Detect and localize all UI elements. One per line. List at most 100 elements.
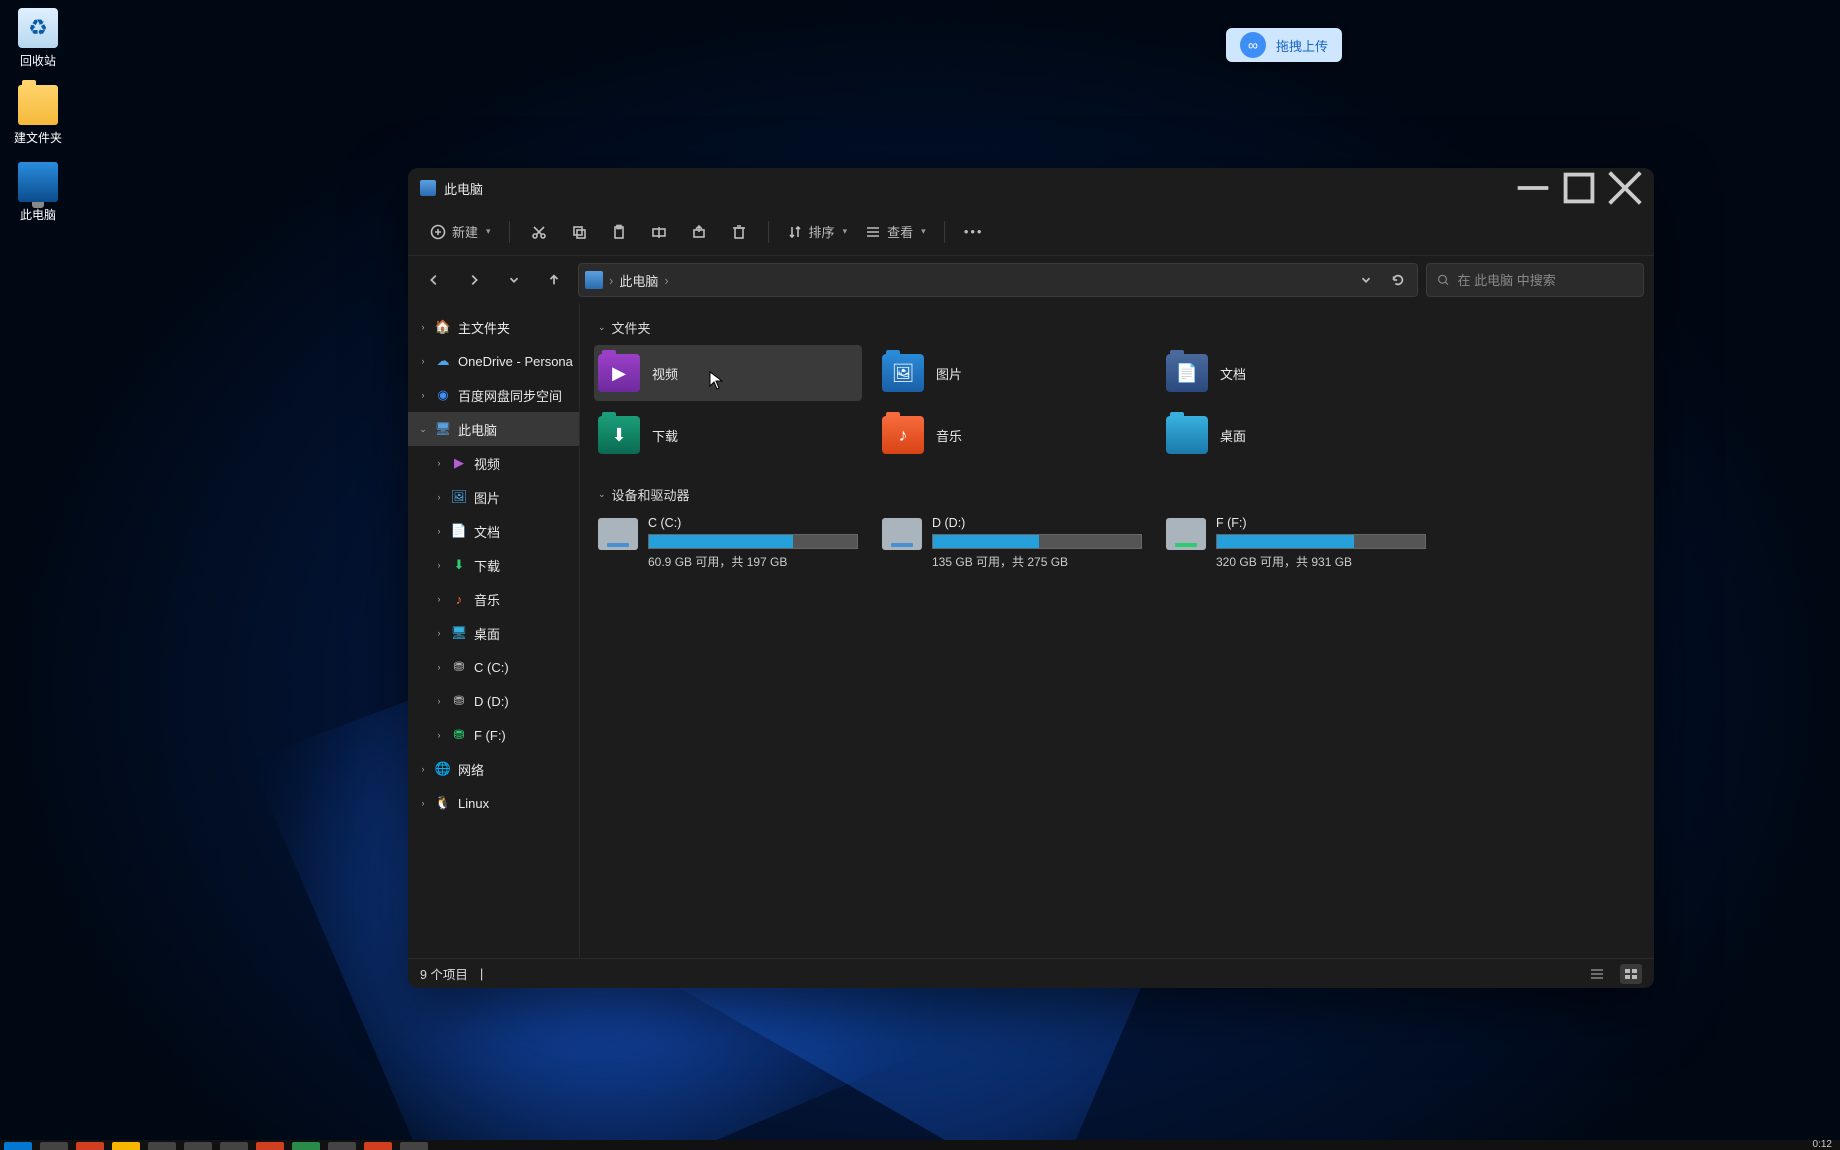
sidebar-item-network[interactable]: ›🌐网络 bbox=[408, 752, 579, 786]
sidebar-item-downloads[interactable]: ›⬇下载 bbox=[408, 548, 579, 582]
view-button[interactable]: 查看 ▾ bbox=[857, 215, 934, 249]
monitor-icon bbox=[18, 162, 58, 202]
sidebar-item-drive-c[interactable]: ›⛃C (C:) bbox=[408, 650, 579, 684]
copy-icon bbox=[571, 224, 587, 240]
view-icon bbox=[865, 224, 881, 240]
titlebar[interactable]: 此电脑 bbox=[408, 168, 1654, 208]
sidebar-item-onedrive[interactable]: ›☁OneDrive - Persona bbox=[408, 344, 579, 378]
close-button[interactable] bbox=[1602, 172, 1648, 204]
sidebar-item-linux[interactable]: ›🐧Linux bbox=[408, 786, 579, 820]
navigation-row: › 此电脑 › bbox=[408, 256, 1654, 304]
delete-button[interactable] bbox=[720, 215, 758, 249]
sidebar-item-thispc[interactable]: ⌄🖥此电脑 bbox=[408, 412, 579, 446]
new-button[interactable]: 新建 ▾ bbox=[422, 215, 499, 249]
sidebar-item-desktop[interactable]: ›🖥桌面 bbox=[408, 616, 579, 650]
desktop-icons: 回收站 建文件夹 此电脑 bbox=[0, 4, 76, 235]
home-icon: 🏠 bbox=[434, 318, 452, 336]
chevron-right-icon: › bbox=[434, 730, 444, 740]
chevron-right-icon: › bbox=[418, 322, 428, 332]
folder-desktop[interactable]: 桌面 bbox=[1162, 407, 1430, 463]
folder-videos[interactable]: ▶视频 bbox=[594, 345, 862, 401]
view-tiles-button[interactable] bbox=[1620, 964, 1642, 984]
recent-button[interactable] bbox=[498, 264, 530, 296]
window-title: 此电脑 bbox=[444, 179, 483, 198]
forward-button[interactable] bbox=[458, 264, 490, 296]
taskbar-start[interactable] bbox=[4, 1142, 32, 1150]
drive-item[interactable]: D (D:)135 GB 可用，共 275 GB bbox=[878, 512, 1146, 574]
recycle-bin-icon bbox=[18, 8, 58, 48]
rename-button[interactable] bbox=[640, 215, 678, 249]
taskbar-icon[interactable] bbox=[148, 1142, 176, 1150]
section-label: 文件夹 bbox=[612, 318, 651, 337]
view-details-button[interactable] bbox=[1586, 964, 1608, 984]
chevron-right-icon: › bbox=[418, 798, 428, 808]
taskbar-icon[interactable] bbox=[256, 1142, 284, 1150]
taskbar-icon[interactable] bbox=[184, 1142, 212, 1150]
cloud-icon: ☁ bbox=[434, 352, 452, 370]
taskbar-icon[interactable] bbox=[364, 1142, 392, 1150]
desktop-icon-recycle[interactable]: 回收站 bbox=[0, 4, 76, 81]
taskbar-clock[interactable]: 0:12 bbox=[1813, 1140, 1832, 1150]
drive-stats: 320 GB 可用，共 931 GB bbox=[1216, 553, 1426, 570]
drive-item[interactable]: C (C:)60.9 GB 可用，共 197 GB bbox=[594, 512, 862, 574]
folder-music[interactable]: ♪音乐 bbox=[878, 407, 1146, 463]
paste-button[interactable] bbox=[600, 215, 638, 249]
sidebar-item-videos[interactable]: ›▶视频 bbox=[408, 446, 579, 480]
taskbar-icon[interactable] bbox=[76, 1142, 104, 1150]
sidebar-item-drive-d[interactable]: ›⛃D (D:) bbox=[408, 684, 579, 718]
back-button[interactable] bbox=[418, 264, 450, 296]
chevron-right-icon: › bbox=[434, 628, 444, 638]
share-button[interactable] bbox=[680, 215, 718, 249]
address-dropdown[interactable] bbox=[1353, 267, 1379, 293]
chevron-down-icon: ⌄ bbox=[598, 322, 606, 333]
downloads-folder-icon: ⬇ bbox=[598, 416, 640, 454]
minimize-button[interactable] bbox=[1510, 172, 1556, 204]
statusbar: 9 个项目 | bbox=[408, 958, 1654, 988]
section-drives[interactable]: ⌄ 设备和驱动器 bbox=[594, 479, 1640, 512]
taskbar-icon[interactable] bbox=[112, 1142, 140, 1150]
section-folders[interactable]: ⌄ 文件夹 bbox=[594, 312, 1640, 345]
taskbar-icon[interactable] bbox=[40, 1142, 68, 1150]
document-icon: 📄 bbox=[450, 522, 468, 540]
chevron-down-icon: ⌄ bbox=[418, 424, 428, 435]
maximize-button[interactable] bbox=[1556, 172, 1602, 204]
trash-icon bbox=[731, 224, 747, 240]
section-label: 设备和驱动器 bbox=[612, 485, 690, 504]
sidebar-item-baidu[interactable]: ›◉百度网盘同步空间 bbox=[408, 378, 579, 412]
pictures-folder-icon: 🖼 bbox=[882, 354, 924, 392]
taskbar-icon[interactable] bbox=[328, 1142, 356, 1150]
copy-button[interactable] bbox=[560, 215, 598, 249]
address-bar[interactable]: › 此电脑 › bbox=[578, 263, 1418, 297]
refresh-button[interactable] bbox=[1385, 267, 1411, 293]
folder-pictures[interactable]: 🖼图片 bbox=[878, 345, 1146, 401]
taskbar-icon[interactable] bbox=[292, 1142, 320, 1150]
taskbar-icon[interactable] bbox=[400, 1142, 428, 1150]
status-divider: | bbox=[480, 967, 483, 981]
desktop-icon-label: 建文件夹 bbox=[0, 129, 76, 146]
breadcrumb-separator: › bbox=[609, 273, 613, 288]
up-button[interactable] bbox=[538, 264, 570, 296]
cut-button[interactable] bbox=[520, 215, 558, 249]
music-folder-icon: ♪ bbox=[882, 416, 924, 454]
search-input[interactable] bbox=[1458, 273, 1633, 288]
desktop-icon-newfolder[interactable]: 建文件夹 bbox=[0, 81, 76, 158]
more-button[interactable]: ••• bbox=[955, 215, 993, 249]
desktop-icon-thispc[interactable]: 此电脑 bbox=[0, 158, 76, 235]
sidebar-item-home[interactable]: ›🏠主文件夹 bbox=[408, 310, 579, 344]
sort-button[interactable]: 排序 ▾ bbox=[779, 215, 856, 249]
folder-downloads[interactable]: ⬇下载 bbox=[594, 407, 862, 463]
drive-item[interactable]: F (F:)320 GB 可用，共 931 GB bbox=[1162, 512, 1430, 574]
baidu-drag-upload[interactable]: ∞ 拖拽上传 bbox=[1226, 28, 1342, 62]
sidebar-item-drive-f[interactable]: ›⛃F (F:) bbox=[408, 718, 579, 752]
taskbar[interactable]: 0:12 bbox=[0, 1140, 1840, 1150]
sidebar-item-music[interactable]: ›♪音乐 bbox=[408, 582, 579, 616]
breadcrumb-separator: › bbox=[664, 273, 668, 288]
sidebar-item-documents[interactable]: ›📄文档 bbox=[408, 514, 579, 548]
search-box[interactable] bbox=[1426, 263, 1644, 297]
breadcrumb-item[interactable]: 此电脑 bbox=[619, 271, 658, 290]
sidebar-item-pictures[interactable]: ›🖼图片 bbox=[408, 480, 579, 514]
taskbar-icon[interactable] bbox=[220, 1142, 248, 1150]
folder-documents[interactable]: 📄文档 bbox=[1162, 345, 1430, 401]
music-icon: ♪ bbox=[450, 590, 468, 608]
search-icon bbox=[1437, 273, 1450, 287]
